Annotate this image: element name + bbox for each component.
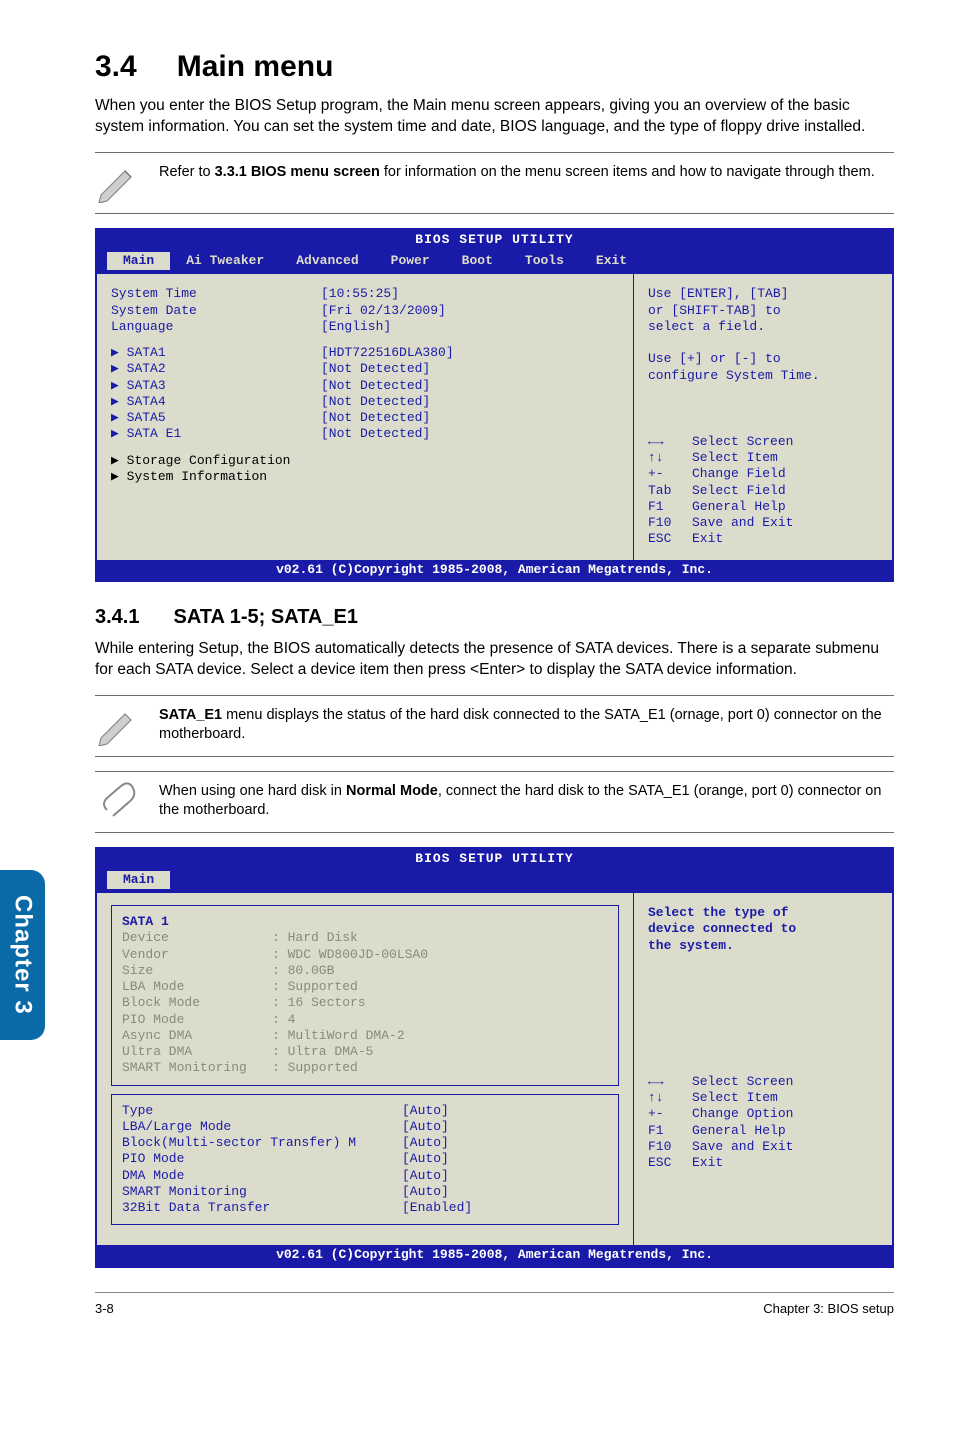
row-sata3[interactable]: ▶ SATA3 [111,378,321,394]
val-system-time[interactable]: [10:55:25] [321,286,399,302]
note-text: When using one hard disk in Normal Mode,… [159,782,894,821]
note-sata-e1: SATA_E1 menu displays the status of the … [95,695,894,757]
page-footer: 3-8 Chapter 3: BIOS setup [95,1292,894,1316]
tab-tools[interactable]: Tools [509,252,580,270]
row-pio-mode[interactable]: PIO Mode [122,1151,402,1167]
row-smart-monitor[interactable]: SMART Monitoring [122,1184,402,1200]
val-system-date[interactable]: [Fri 02/13/2009] [321,303,446,319]
val-language[interactable]: [English] [321,319,391,335]
bios-footer: v02.61 (C)Copyright 1985-2008, American … [97,1245,892,1265]
tab-boot[interactable]: Boot [446,252,509,270]
tab-main[interactable]: Main [107,252,170,270]
tab-ai-tweaker[interactable]: Ai Tweaker [170,252,280,270]
tab-advanced[interactable]: Advanced [280,252,374,270]
section-title-text: Main menu [177,50,334,83]
bios-footer: v02.61 (C)Copyright 1985-2008, American … [97,560,892,580]
section-heading: 3.4 Main menu [95,50,894,84]
sata1-heading: SATA 1 [122,914,608,930]
row-block-transfer[interactable]: Block(Multi-sector Transfer) M [122,1135,402,1151]
row-storage-config[interactable]: ▶ Storage Configuration [111,453,321,469]
row-sata2[interactable]: ▶ SATA2 [111,361,321,377]
pencil-icon [95,163,139,203]
row-system-date[interactable]: System Date [111,303,321,319]
bios-screen-sata1: BIOS SETUP UTILITY Main SATA 1 Device: H… [95,847,894,1268]
subsection-body: While entering Setup, the BIOS automatic… [95,639,894,681]
row-sata4[interactable]: ▶ SATA4 [111,394,321,410]
row-dma-mode[interactable]: DMA Mode [122,1168,402,1184]
note-text: Refer to 3.3.1 BIOS menu screen for info… [159,163,875,183]
bios-menu-bar: Main [97,869,892,893]
page-chapter-label: Chapter 3: BIOS setup [763,1301,894,1316]
page-number: 3-8 [95,1301,114,1316]
row-sata-e1[interactable]: ▶ SATA E1 [111,426,321,442]
row-lba-large[interactable]: LBA/Large Mode [122,1119,402,1135]
pencil-icon [95,706,139,746]
bios-menu-bar: Main Ai Tweaker Advanced Power Boot Tool… [97,250,892,274]
note-text: SATA_E1 menu displays the status of the … [159,706,894,745]
row-32bit-transfer[interactable]: 32Bit Data Transfer [122,1200,402,1216]
bios-help-panel: Select the type of device connected to t… [634,893,892,1245]
row-sata5[interactable]: ▶ SATA5 [111,410,321,426]
section-number: 3.4 [95,50,137,83]
subsection-heading: 3.4.1SATA 1-5; SATA_E1 [95,606,894,629]
note-normal-mode: When using one hard disk in Normal Mode,… [95,771,894,833]
row-language[interactable]: Language [111,319,321,335]
paperclip-icon [95,782,139,822]
row-system-time[interactable]: System Time [111,286,321,302]
tab-power[interactable]: Power [375,252,446,270]
bios-left-panel: SATA 1 Device: Hard Disk Vendor: WDC WD8… [97,893,634,1245]
row-sata1[interactable]: ▶ SATA1 [111,345,321,361]
row-system-info[interactable]: ▶ System Information [111,469,321,485]
intro-paragraph: When you enter the BIOS Setup program, t… [95,96,894,138]
bios-title: BIOS SETUP UTILITY [97,230,892,250]
bios-screen-main: BIOS SETUP UTILITY Main Ai Tweaker Advan… [95,228,894,582]
bios-title: BIOS SETUP UTILITY [97,849,892,869]
row-type[interactable]: Type [122,1103,402,1119]
tab-main[interactable]: Main [107,871,170,889]
note-refer-bios-menu: Refer to 3.3.1 BIOS menu screen for info… [95,152,894,214]
side-chapter-tab: Chapter 3 [0,870,45,1040]
bios-left-panel: System Time[10:55:25] System Date[Fri 02… [97,274,634,559]
tab-exit[interactable]: Exit [580,252,643,270]
bios-help-panel: Use [ENTER], [TAB] or [SHIFT-TAB] to sel… [634,274,892,559]
